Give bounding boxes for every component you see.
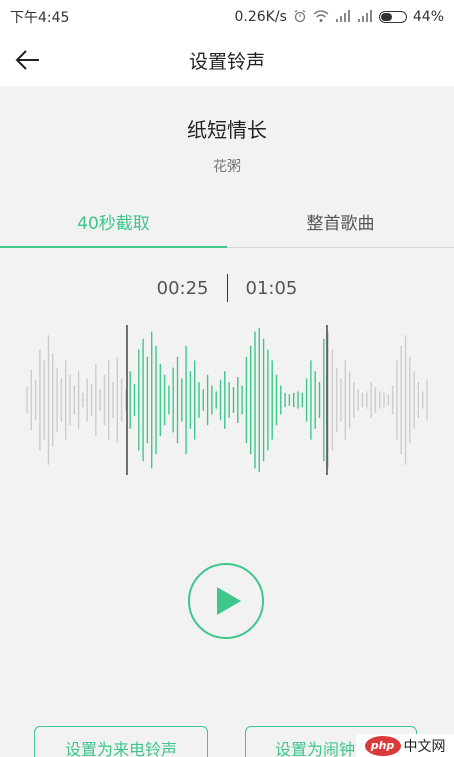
back-button[interactable]: [10, 42, 46, 78]
time-divider: [226, 274, 228, 302]
clip-mode-tabs: 40秒截取 整首歌曲: [0, 196, 454, 248]
clip-end-time: 01:05: [245, 277, 298, 299]
play-icon: [217, 587, 241, 615]
watermark-logo: php: [364, 735, 401, 756]
signal-icon: [335, 9, 351, 25]
battery-percent: 44%: [412, 9, 444, 25]
status-indicators: 0.26K/s 44%: [235, 9, 445, 26]
clip-time-range: 00:25 01:05: [0, 272, 454, 304]
wifi-icon: [313, 9, 329, 26]
status-bar: 下午4:45 0.26K/s 44%: [0, 0, 454, 34]
song-artist: 花粥: [213, 159, 241, 175]
clip-start-time: 00:25: [156, 277, 209, 299]
watermark-text: 中文网: [403, 738, 446, 755]
site-watermark: php 中文网: [356, 734, 454, 757]
network-speed: 0.26K/s: [234, 9, 287, 25]
battery-icon: [378, 11, 407, 23]
arrow-left-icon: [15, 50, 39, 70]
page-title: 设置铃声: [188, 50, 265, 73]
set-ringtone-button[interactable]: 设置为来电铃声: [34, 726, 208, 757]
battery-fill: [380, 13, 392, 21]
tab-clip-40s[interactable]: 40秒截取: [0, 196, 227, 248]
app-bar: 设置铃声: [0, 34, 454, 86]
song-title: 纸短情长: [187, 118, 267, 142]
status-time: 下午4:45: [10, 10, 70, 26]
tab-full-song[interactable]: 整首歌曲: [227, 196, 454, 247]
alarm-icon: [293, 9, 307, 26]
play-button[interactable]: [188, 563, 264, 639]
waveform-selector[interactable]: [0, 320, 454, 480]
signal-icon: [357, 9, 373, 25]
